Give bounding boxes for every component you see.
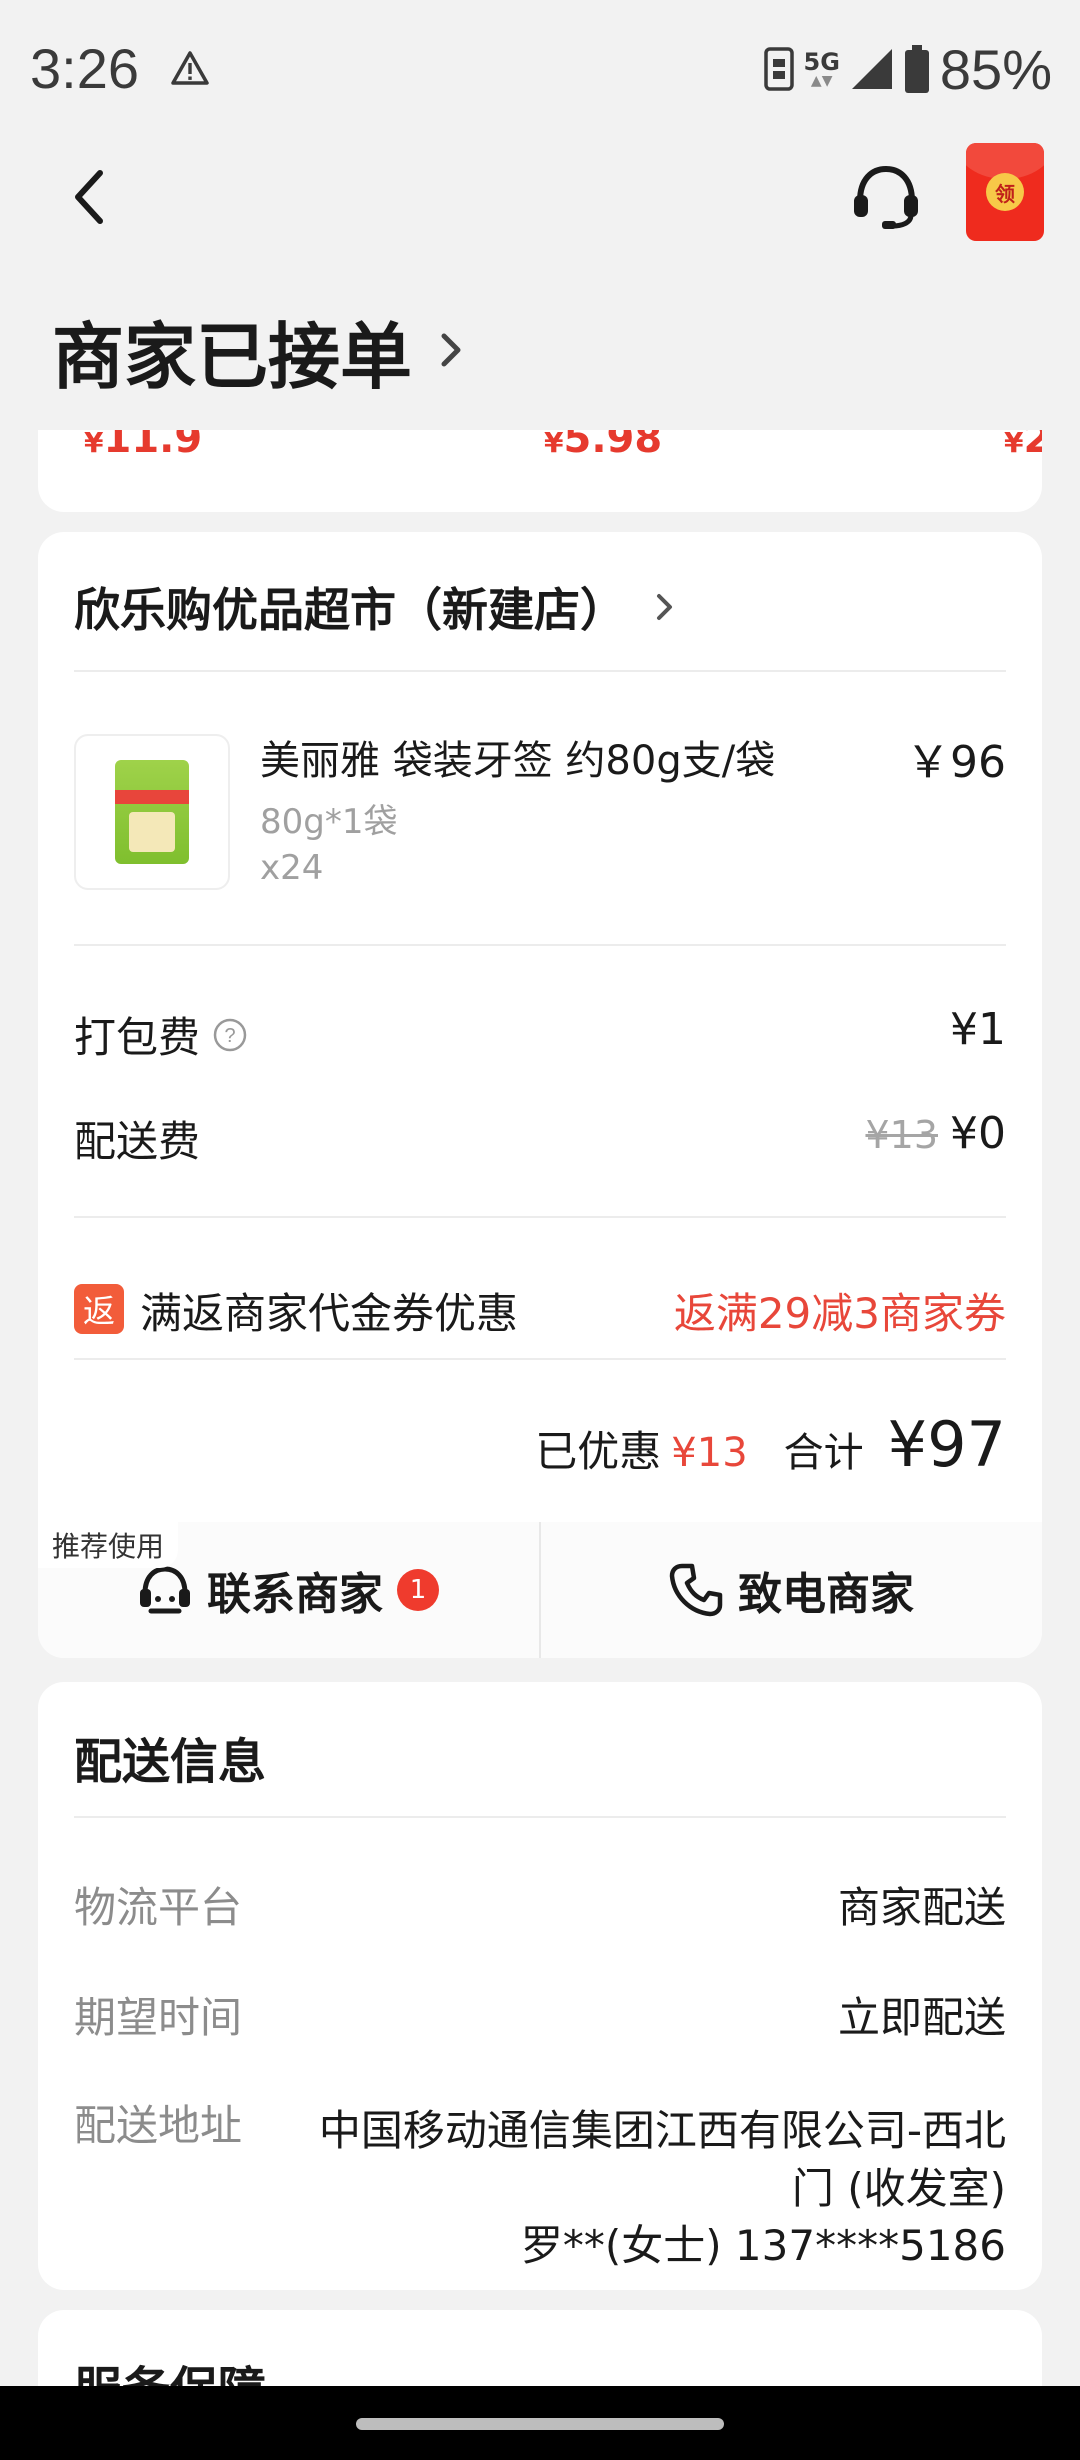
chevron-right-icon <box>441 333 461 367</box>
red-packet-label: 领 <box>986 173 1024 211</box>
saved-label: 已优惠 <box>535 1427 662 1476</box>
price-value: 2 <box>1023 430 1042 462</box>
store-header[interactable]: 欣乐购优品超市（新建店） <box>74 562 678 652</box>
chevron-right-icon <box>657 594 672 620</box>
total-value: ¥97 <box>887 1408 1006 1481</box>
delivery-fee-label: 配送费 <box>74 1117 201 1166</box>
logistics-platform-label: 物流平台 <box>74 1883 243 1932</box>
recommendation-card: ¥11.9 ¥5.98 ¥2 <box>38 430 1042 512</box>
red-packet-button[interactable]: 领 <box>966 143 1044 241</box>
phone-icon <box>669 1563 723 1617</box>
product-price: ￥96 <box>906 737 1006 788</box>
delivery-fee-label-row: 配送费 <box>74 1108 200 1169</box>
product-spec: 80g*1袋 <box>260 802 398 842</box>
recipient-contact: 罗**(女士) 137****5186 <box>520 2221 1006 2270</box>
status-bar: 3:26 5G ▲▼ 85% <box>0 0 1080 135</box>
divider <box>74 944 1006 946</box>
sim-icon <box>763 47 794 91</box>
yen-symbol: ¥ <box>84 430 104 459</box>
customer-service-button[interactable] <box>846 157 926 237</box>
data-arrows-icon: ▲▼ <box>810 73 833 89</box>
network-indicator: 5G ▲▼ <box>804 50 840 88</box>
battery-icon <box>904 45 929 93</box>
unread-badge: 1 <box>397 1569 439 1611</box>
divider <box>74 670 1006 672</box>
promo-badge: 返 <box>74 1284 124 1334</box>
delivery-address-label: 配送地址 <box>74 2101 243 2150</box>
back-button[interactable] <box>50 157 130 237</box>
logistics-platform-value: 商家配送 <box>837 1883 1006 1932</box>
recommended-price[interactable]: ¥5.98 <box>544 430 662 462</box>
status-time: 3:26 <box>30 37 139 100</box>
call-merchant-button[interactable]: 致电商家 <box>541 1522 1041 1658</box>
saved-value: ¥13 <box>671 1430 748 1476</box>
merchant-actions: 联系商家 1 推荐使用 致电商家 <box>38 1522 1042 1658</box>
packing-fee-label-row: 打包费 ? <box>74 1004 248 1065</box>
system-navigation-bar <box>0 2386 1080 2460</box>
price-value: 11.9 <box>103 430 203 462</box>
packing-fee-value-row: ¥1 <box>950 1004 1006 1055</box>
headset-icon <box>854 165 918 229</box>
product-image[interactable] <box>74 734 230 890</box>
delivery-fee-value: ¥0 <box>950 1108 1006 1159</box>
product-quantity: x24 <box>260 848 324 888</box>
recommended-price[interactable]: ¥11.9 <box>84 430 202 462</box>
expected-time-label: 期望时间 <box>74 1993 243 2042</box>
delivery-info-title: 配送信息 <box>74 1734 267 1790</box>
product-name[interactable]: 美丽雅 袋装牙签 约80g支/袋 <box>260 728 775 786</box>
yen-symbol: ¥ <box>1004 430 1024 459</box>
signal-icon <box>851 49 892 89</box>
price-value: 5.98 <box>563 430 663 462</box>
promo-row[interactable]: 返 满返商家代金券优惠 返满29减3商家券 <box>74 1270 1006 1350</box>
chat-headset-icon <box>140 1566 190 1614</box>
warning-icon <box>171 51 209 85</box>
order-status-title: 商家已接单 <box>52 314 413 399</box>
expected-time-value: 立即配送 <box>837 1993 1006 2042</box>
promo-value: 返满29减3商家券 <box>673 1289 1006 1338</box>
divider <box>74 1816 1006 1818</box>
order-card: 欣乐购优品超市（新建店） 美丽雅 袋装牙签 约80g支/袋 80g*1袋 x24… <box>38 532 1042 1658</box>
order-detail-page: 3:26 5G ▲▼ 85% 领 商家已接单 ¥11.9 ¥5.98 ¥2 欣乐… <box>0 0 1080 2460</box>
back-arrow-icon <box>75 170 103 224</box>
total-label: 合计 <box>783 1430 864 1476</box>
help-icon[interactable]: ? <box>212 1017 248 1053</box>
status-right: 5G ▲▼ 85% <box>763 36 1052 102</box>
svg-text:?: ? <box>224 1025 235 1047</box>
delivery-address-value: 中国移动通信集团江西有限公司-西北门 (收发室) <box>318 2106 1006 2213</box>
promo-label: 满返商家代金券优惠 <box>140 1289 519 1338</box>
delivery-info-card: 配送信息 物流平台 商家配送 期望时间 立即配送 配送地址 中国移动通信集团江西… <box>38 1682 1042 2290</box>
contact-merchant-label: 联系商家 <box>207 1569 383 1620</box>
toothpick-package-image <box>115 760 189 864</box>
divider <box>74 1216 1006 1218</box>
divider <box>74 1358 1006 1360</box>
packing-fee-value: ¥1 <box>950 1004 1006 1055</box>
network-type: 5G <box>803 48 840 76</box>
yen-symbol: ¥ <box>544 430 564 459</box>
total-row: 已优惠 ¥13 合计 ¥97 <box>535 1408 1006 1498</box>
store-name: 欣乐购优品超市（新建店） <box>74 583 626 637</box>
top-bar: 领 <box>0 135 1080 285</box>
recommended-price[interactable]: ¥2 <box>1004 430 1042 462</box>
battery-percent: 85% <box>939 37 1052 101</box>
order-status-header[interactable]: 商家已接单 <box>52 300 472 400</box>
home-gesture-handle[interactable] <box>356 2418 724 2430</box>
packing-fee-label: 打包费 <box>74 1013 201 1062</box>
delivery-fee-value-row: ¥13 ¥0 <box>865 1108 1006 1159</box>
recommended-tag: 推荐使用 <box>38 1522 179 1568</box>
delivery-fee-original: ¥13 <box>865 1113 938 1157</box>
call-merchant-label: 致电商家 <box>738 1569 914 1620</box>
